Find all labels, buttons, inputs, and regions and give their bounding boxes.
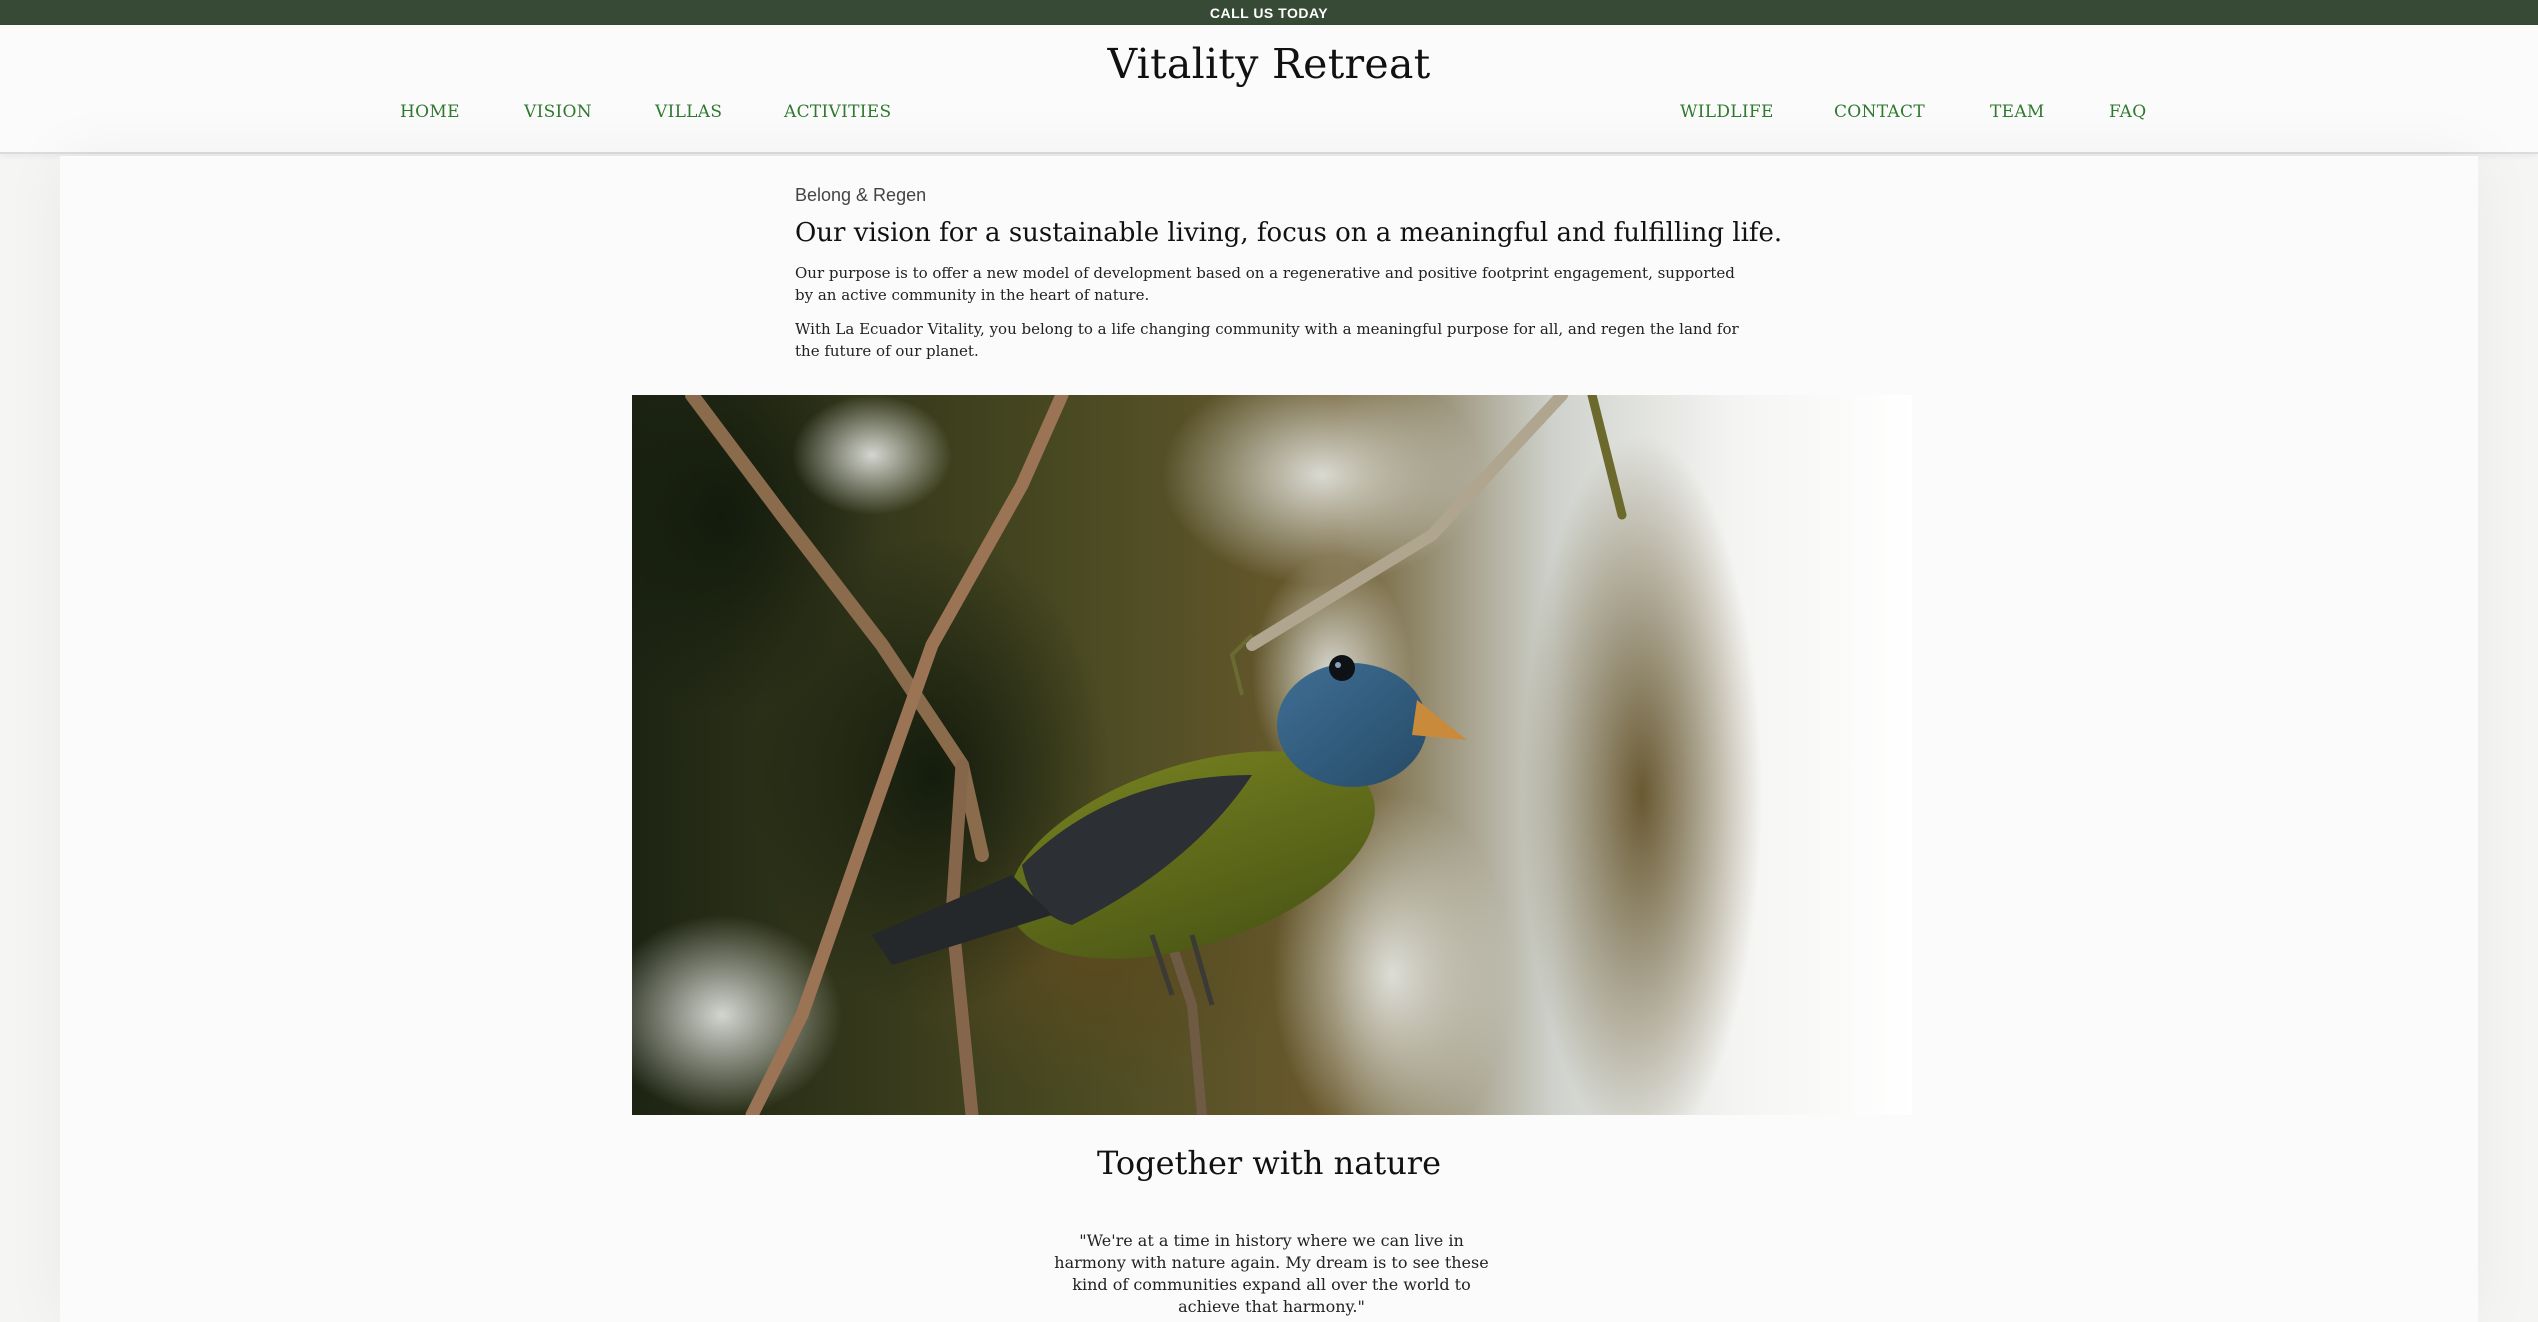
site-header: Vitality Retreat HOME VISION VILLAS ACTI… xyxy=(0,25,2538,154)
hero-bird-photo xyxy=(632,395,1912,1115)
nav-home[interactable]: HOME xyxy=(400,102,460,122)
founder-quote: "We're at a time in history where we can… xyxy=(1054,1231,1489,1316)
nav-villas[interactable]: VILLAS xyxy=(655,102,722,122)
nav-wildlife[interactable]: WILDLIFE xyxy=(1680,102,1774,122)
nav-faq[interactable]: FAQ xyxy=(2109,102,2146,122)
together-with-nature-title: Together with nature xyxy=(1096,1144,1442,1182)
call-us-label[interactable]: CALL US TODAY xyxy=(1210,5,1328,21)
vision-heading: Our vision for a sustainable living, foc… xyxy=(795,218,1783,248)
purpose-paragraph: Our purpose is to offer a new model of d… xyxy=(795,264,1735,304)
nav-team[interactable]: TEAM xyxy=(1990,102,2045,122)
nav-vision[interactable]: VISION xyxy=(524,102,592,122)
nav-contact[interactable]: CONTACT xyxy=(1834,102,1925,122)
belong-paragraph: With La Ecuador Vitality, you belong to … xyxy=(795,320,1739,360)
nav-activities[interactable]: ACTIVITIES xyxy=(784,102,891,122)
top-call-bar[interactable]: CALL US TODAY xyxy=(0,0,2538,25)
site-title[interactable]: Vitality Retreat xyxy=(0,40,2538,88)
section-eyebrow: Belong & Regen xyxy=(795,185,927,205)
